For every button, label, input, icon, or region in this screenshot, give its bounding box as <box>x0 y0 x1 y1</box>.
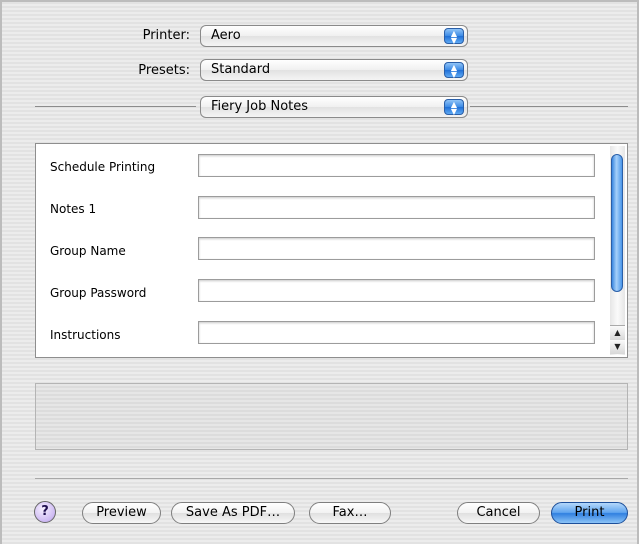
pane-popup[interactable]: Fiery Job Notes ▲ ▼ <box>200 96 468 118</box>
job-notes-panel: Schedule Printing Notes 1 Group Name Gro… <box>35 143 628 358</box>
help-icon: ? <box>41 504 49 519</box>
print-button[interactable]: Print <box>551 502 628 524</box>
scroll-thumb[interactable] <box>611 154 623 292</box>
cancel-button[interactable]: Cancel <box>457 502 540 524</box>
field-label: Group Name <box>50 244 126 258</box>
presets-popup[interactable]: Standard ▲ ▼ <box>200 59 468 81</box>
preview-button[interactable]: Preview <box>82 502 161 524</box>
notes-1-input[interactable] <box>198 196 595 219</box>
scroll-up-arrow-icon[interactable]: ▲ <box>610 325 625 340</box>
printer-value: Aero <box>211 28 241 43</box>
pane-value: Fiery Job Notes <box>211 99 309 114</box>
presets-value: Standard <box>211 62 271 77</box>
window-frame-left <box>0 0 2 544</box>
message-area <box>35 383 628 450</box>
field-label: Instructions <box>50 328 121 342</box>
bottom-divider <box>35 478 628 479</box>
window-frame-top <box>0 0 639 2</box>
field-label: Group Password <box>50 286 147 300</box>
scroll-down-arrow-icon[interactable]: ▼ <box>610 340 625 354</box>
up-down-arrows-icon: ▲ ▼ <box>444 28 464 45</box>
presets-label: Presets: <box>138 63 190 78</box>
save-as-pdf-button[interactable]: Save As PDF… <box>171 502 295 524</box>
field-label: Schedule Printing <box>50 160 156 174</box>
help-button[interactable]: ? <box>34 501 56 523</box>
up-down-arrows-icon: ▲ ▼ <box>444 62 464 79</box>
fax-button[interactable]: Fax… <box>309 502 391 524</box>
schedule-printing-input[interactable] <box>198 154 595 177</box>
instructions-input[interactable] <box>198 321 595 344</box>
divider-right <box>470 106 628 107</box>
printer-label: Printer: <box>142 28 190 43</box>
group-name-input[interactable] <box>198 237 595 260</box>
printer-popup[interactable]: Aero ▲ ▼ <box>200 25 468 47</box>
divider-left <box>35 106 196 107</box>
field-label: Notes 1 <box>50 202 97 216</box>
group-password-input[interactable] <box>198 279 595 302</box>
up-down-arrows-icon: ▲ ▼ <box>444 99 464 116</box>
vertical-scrollbar[interactable]: ▲ ▼ <box>610 146 625 355</box>
